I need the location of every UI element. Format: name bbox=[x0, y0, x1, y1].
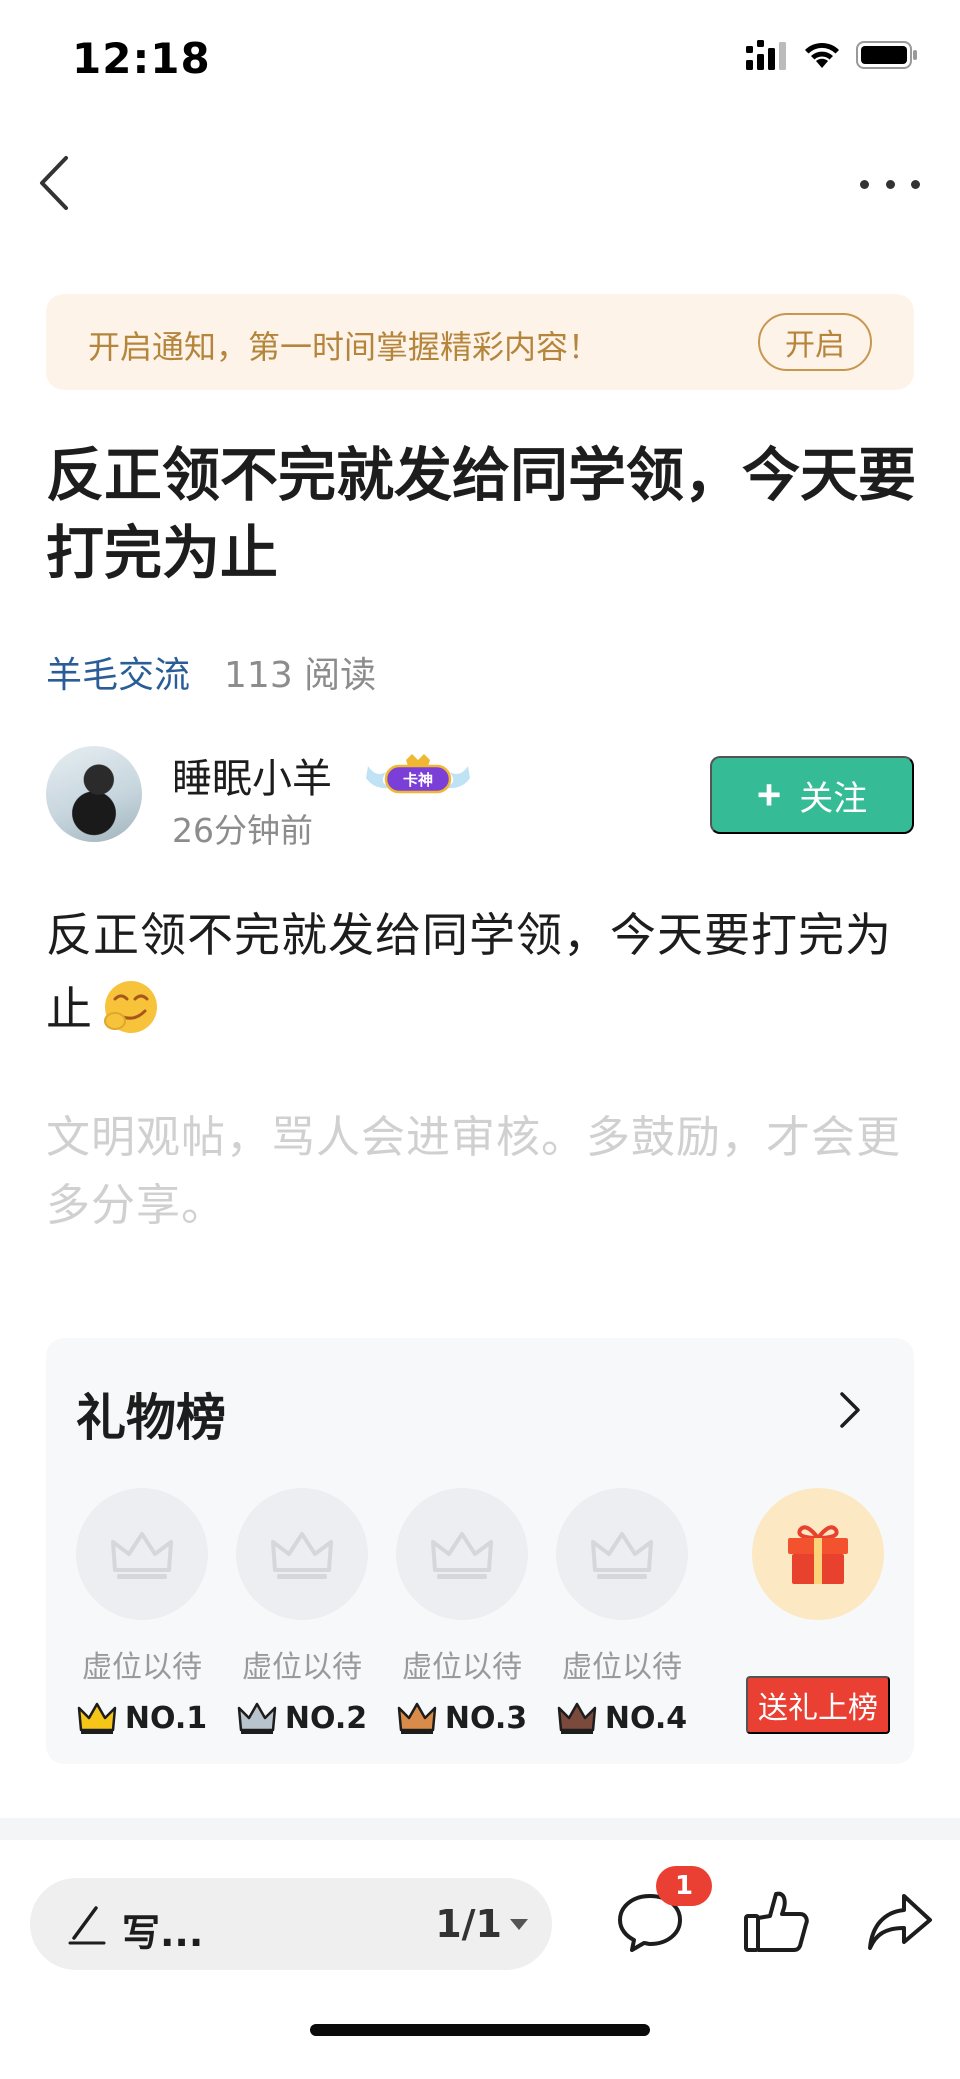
author-row: 睡眠小羊 卡神 26分钟前 + 关注 bbox=[46, 746, 914, 850]
avatar[interactable] bbox=[46, 746, 142, 842]
chevron-left-icon bbox=[40, 156, 68, 210]
gold-crown-icon bbox=[77, 1702, 117, 1734]
battery-icon bbox=[856, 41, 917, 69]
smirk-emoji-icon bbox=[104, 981, 157, 1033]
empty-slot-circle bbox=[236, 1488, 368, 1620]
status-bar: 12:18 bbox=[0, 0, 960, 120]
post-title: 反正领不完就发给同学领，今天要打完为止 bbox=[46, 441, 917, 587]
slot-label: 虚位以待 bbox=[82, 1650, 202, 1685]
gift-slot[interactable]: 虚位以待 NO.1 bbox=[76, 1488, 208, 1736]
more-horizontal-icon bbox=[860, 179, 869, 189]
slot-rank: NO.3 bbox=[396, 1700, 528, 1736]
send-gift-button[interactable]: 送礼上榜 bbox=[746, 1676, 890, 1734]
bottom-action-bar: 写... 1/1 1 bbox=[0, 1840, 960, 2079]
post-body: 反正领不完就发给同学领，今天要打完为止 bbox=[46, 898, 922, 1046]
gift-action: 送礼上榜 bbox=[746, 1488, 890, 1734]
gift-slot[interactable]: 虚位以待 NO.3 bbox=[396, 1488, 528, 1736]
empty-slot-circle bbox=[396, 1488, 528, 1620]
slot-rank: NO.1 bbox=[76, 1700, 208, 1736]
wifi-icon bbox=[805, 42, 839, 68]
status-icons bbox=[746, 40, 918, 70]
enable-notification-button[interactable]: 开启 bbox=[758, 313, 872, 371]
author-badge-label: 卡神 bbox=[403, 771, 433, 789]
comment-count-badge: 1 bbox=[656, 1866, 712, 1906]
slot-label: 虚位以待 bbox=[242, 1650, 362, 1685]
slot-rank-label: NO.1 bbox=[124, 1700, 208, 1736]
thumbs-up-icon[interactable] bbox=[740, 1886, 812, 1958]
page-indicator-label: 1/1 bbox=[435, 1902, 502, 1946]
comment-input[interactable]: 写... 1/1 bbox=[30, 1878, 552, 1970]
crown-outline-icon bbox=[111, 1532, 173, 1579]
plus-icon: + bbox=[756, 771, 782, 818]
share-icon[interactable] bbox=[864, 1886, 936, 1958]
slot-rank-label: NO.2 bbox=[284, 1700, 368, 1736]
post-time: 26分钟前 bbox=[172, 811, 313, 850]
section-divider bbox=[0, 1818, 960, 1840]
chevron-right-icon[interactable] bbox=[834, 1388, 864, 1432]
gift-box-icon bbox=[788, 1525, 848, 1584]
gift-slot[interactable]: 虚位以待 NO.4 bbox=[556, 1488, 688, 1736]
more-button[interactable] bbox=[860, 164, 920, 204]
empty-slot-circle bbox=[76, 1488, 208, 1620]
slot-rank-label: NO.4 bbox=[604, 1700, 688, 1736]
nav-bar bbox=[0, 140, 960, 230]
comment-hint: 文明观帖，骂人会进审核。多鼓励，才会更多分享。 bbox=[46, 1112, 901, 1231]
gift-board-title: 礼物榜 bbox=[76, 1389, 226, 1447]
cellular-signal-icon bbox=[746, 40, 786, 70]
empty-slot-circle bbox=[556, 1488, 688, 1620]
silver-crown-icon bbox=[237, 1702, 277, 1734]
crown-outline-icon bbox=[271, 1532, 333, 1579]
home-indicator bbox=[310, 2024, 650, 2036]
slot-rank: NO.2 bbox=[236, 1700, 368, 1736]
brown-crown-icon bbox=[557, 1702, 597, 1734]
category-link[interactable]: 羊毛交流 bbox=[46, 646, 190, 698]
crown-outline-icon bbox=[591, 1532, 653, 1579]
bronze-crown-icon bbox=[397, 1702, 437, 1734]
crown-outline-icon bbox=[431, 1532, 493, 1579]
post-meta: 羊毛交流 113 阅读 bbox=[46, 646, 376, 698]
pen-icon bbox=[68, 1906, 106, 1945]
author-badge: 卡神 bbox=[366, 754, 470, 794]
follow-button[interactable]: + 关注 bbox=[710, 756, 914, 834]
read-count: 113 阅读 bbox=[224, 655, 377, 696]
more-horizontal-icon-dot bbox=[911, 179, 920, 189]
follow-label: 关注 bbox=[799, 779, 868, 818]
page-indicator[interactable]: 1/1 bbox=[435, 1902, 528, 1946]
gift-board: 礼物榜 虚位以待 NO.1 虚位以待 NO.2 虚位以待 NO.3 虚位以待 N… bbox=[46, 1338, 914, 1764]
slot-rank-label: NO.3 bbox=[444, 1700, 528, 1736]
slot-label: 虚位以待 bbox=[562, 1650, 682, 1685]
author-name[interactable]: 睡眠小羊 bbox=[172, 746, 332, 804]
gift-slot[interactable]: 虚位以待 NO.2 bbox=[236, 1488, 368, 1736]
comment-placeholder: 写... bbox=[122, 1911, 204, 1955]
slot-label: 虚位以待 bbox=[402, 1650, 522, 1685]
notification-text: 开启通知，第一时间掌握精彩内容！ bbox=[88, 328, 601, 366]
post-body-text: 反正领不完就发给同学领，今天要打完为止 bbox=[46, 908, 892, 1036]
gift-button[interactable] bbox=[752, 1488, 884, 1620]
status-time: 12:18 bbox=[72, 34, 211, 83]
caret-down-icon bbox=[510, 1918, 528, 1930]
slot-rank: NO.4 bbox=[556, 1700, 688, 1736]
back-button[interactable] bbox=[30, 148, 80, 218]
notification-banner: 开启通知，第一时间掌握精彩内容！ 开启 bbox=[46, 294, 914, 390]
more-horizontal-icon-dot bbox=[885, 179, 895, 189]
